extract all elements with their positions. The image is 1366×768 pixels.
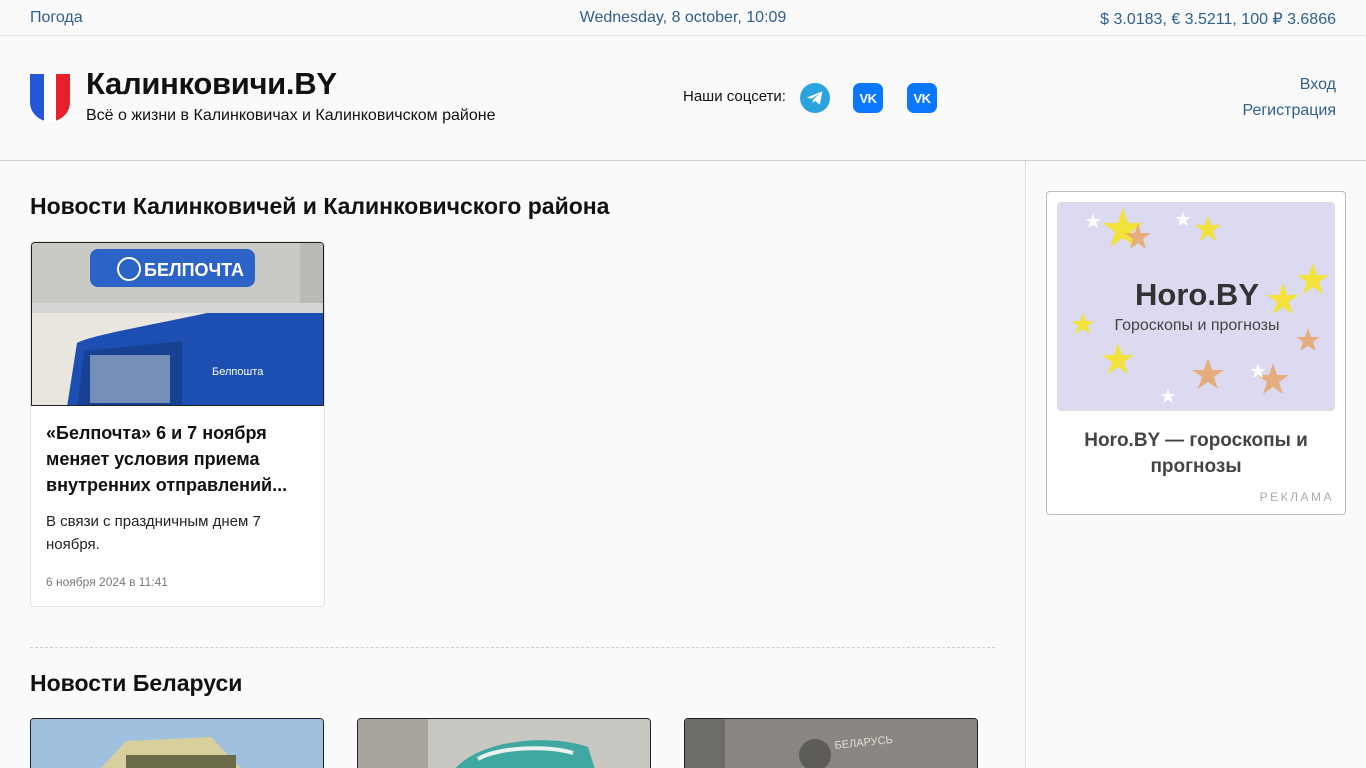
news-card-image[interactable]: БЕЛПОЧТА Белпошта xyxy=(31,242,324,406)
news-card-description: В связи с праздничным днем 7 ноября. xyxy=(46,513,261,553)
site-tagline: Всё о жизни в Калинковичах и Калинковичс… xyxy=(86,107,496,124)
site-title[interactable]: Калинковичи.BY xyxy=(86,66,337,102)
news-thumb-image[interactable]: БЕЛАРУСЬ xyxy=(684,718,978,768)
news-thumb-image[interactable] xyxy=(30,718,324,768)
local-news-heading: Новости Калинковичей и Калинковичского р… xyxy=(30,193,610,219)
news-card[interactable]: БЕЛПОЧТА Белпошта «Белпочта» 6 и 7 ноябр… xyxy=(30,241,325,607)
social-label: Наши соцсети: xyxy=(683,88,786,105)
ad-logo-subtitle: Гороскопы и прогнозы xyxy=(1114,317,1280,334)
telegram-icon[interactable] xyxy=(800,83,830,113)
sign-text: БЕЛПОЧТА xyxy=(144,260,244,280)
top-bar: Погода Wednesday, 8 october, 10:09 $ 3.0… xyxy=(0,0,1366,36)
vk-icon[interactable]: VK xyxy=(907,83,937,113)
ad-label: РЕКЛАМА xyxy=(1259,490,1334,504)
ad-title[interactable]: Horo.BY — гороскопы и прогнозы xyxy=(1057,428,1335,480)
weather-link[interactable]: Погода xyxy=(30,9,83,27)
vk-icon[interactable]: VK xyxy=(853,83,883,113)
currency-rates: $ 3.0183, € 3.5211, 100 ₽ 3.6866 xyxy=(1100,11,1336,28)
ad-image[interactable]: Horo.BY Гороскопы и прогнозы xyxy=(1057,202,1335,411)
sidebar-divider xyxy=(1025,161,1026,768)
ad-logo: Horo.BY xyxy=(1135,277,1259,312)
section-divider xyxy=(30,647,995,648)
site-header: Калинковичи.BY Всё о жизни в Калинковича… xyxy=(0,36,1366,161)
login-link[interactable]: Вход xyxy=(1300,76,1336,94)
register-link[interactable]: Регистрация xyxy=(1242,102,1336,120)
news-thumb-image[interactable] xyxy=(357,718,651,768)
news-card-date: 6 ноября 2024 в 11:41 xyxy=(46,575,168,589)
belarus-news-heading: Новости Беларуси xyxy=(30,670,243,696)
site-logo-shield-icon[interactable] xyxy=(30,74,70,122)
news-card-title[interactable]: «Белпочта» 6 и 7 ноября меняет условия п… xyxy=(46,420,306,498)
ad-block[interactable]: Horo.BY Гороскопы и прогнозы Horo.BY — г… xyxy=(1046,191,1346,515)
van-text: Белпошта xyxy=(212,366,264,378)
